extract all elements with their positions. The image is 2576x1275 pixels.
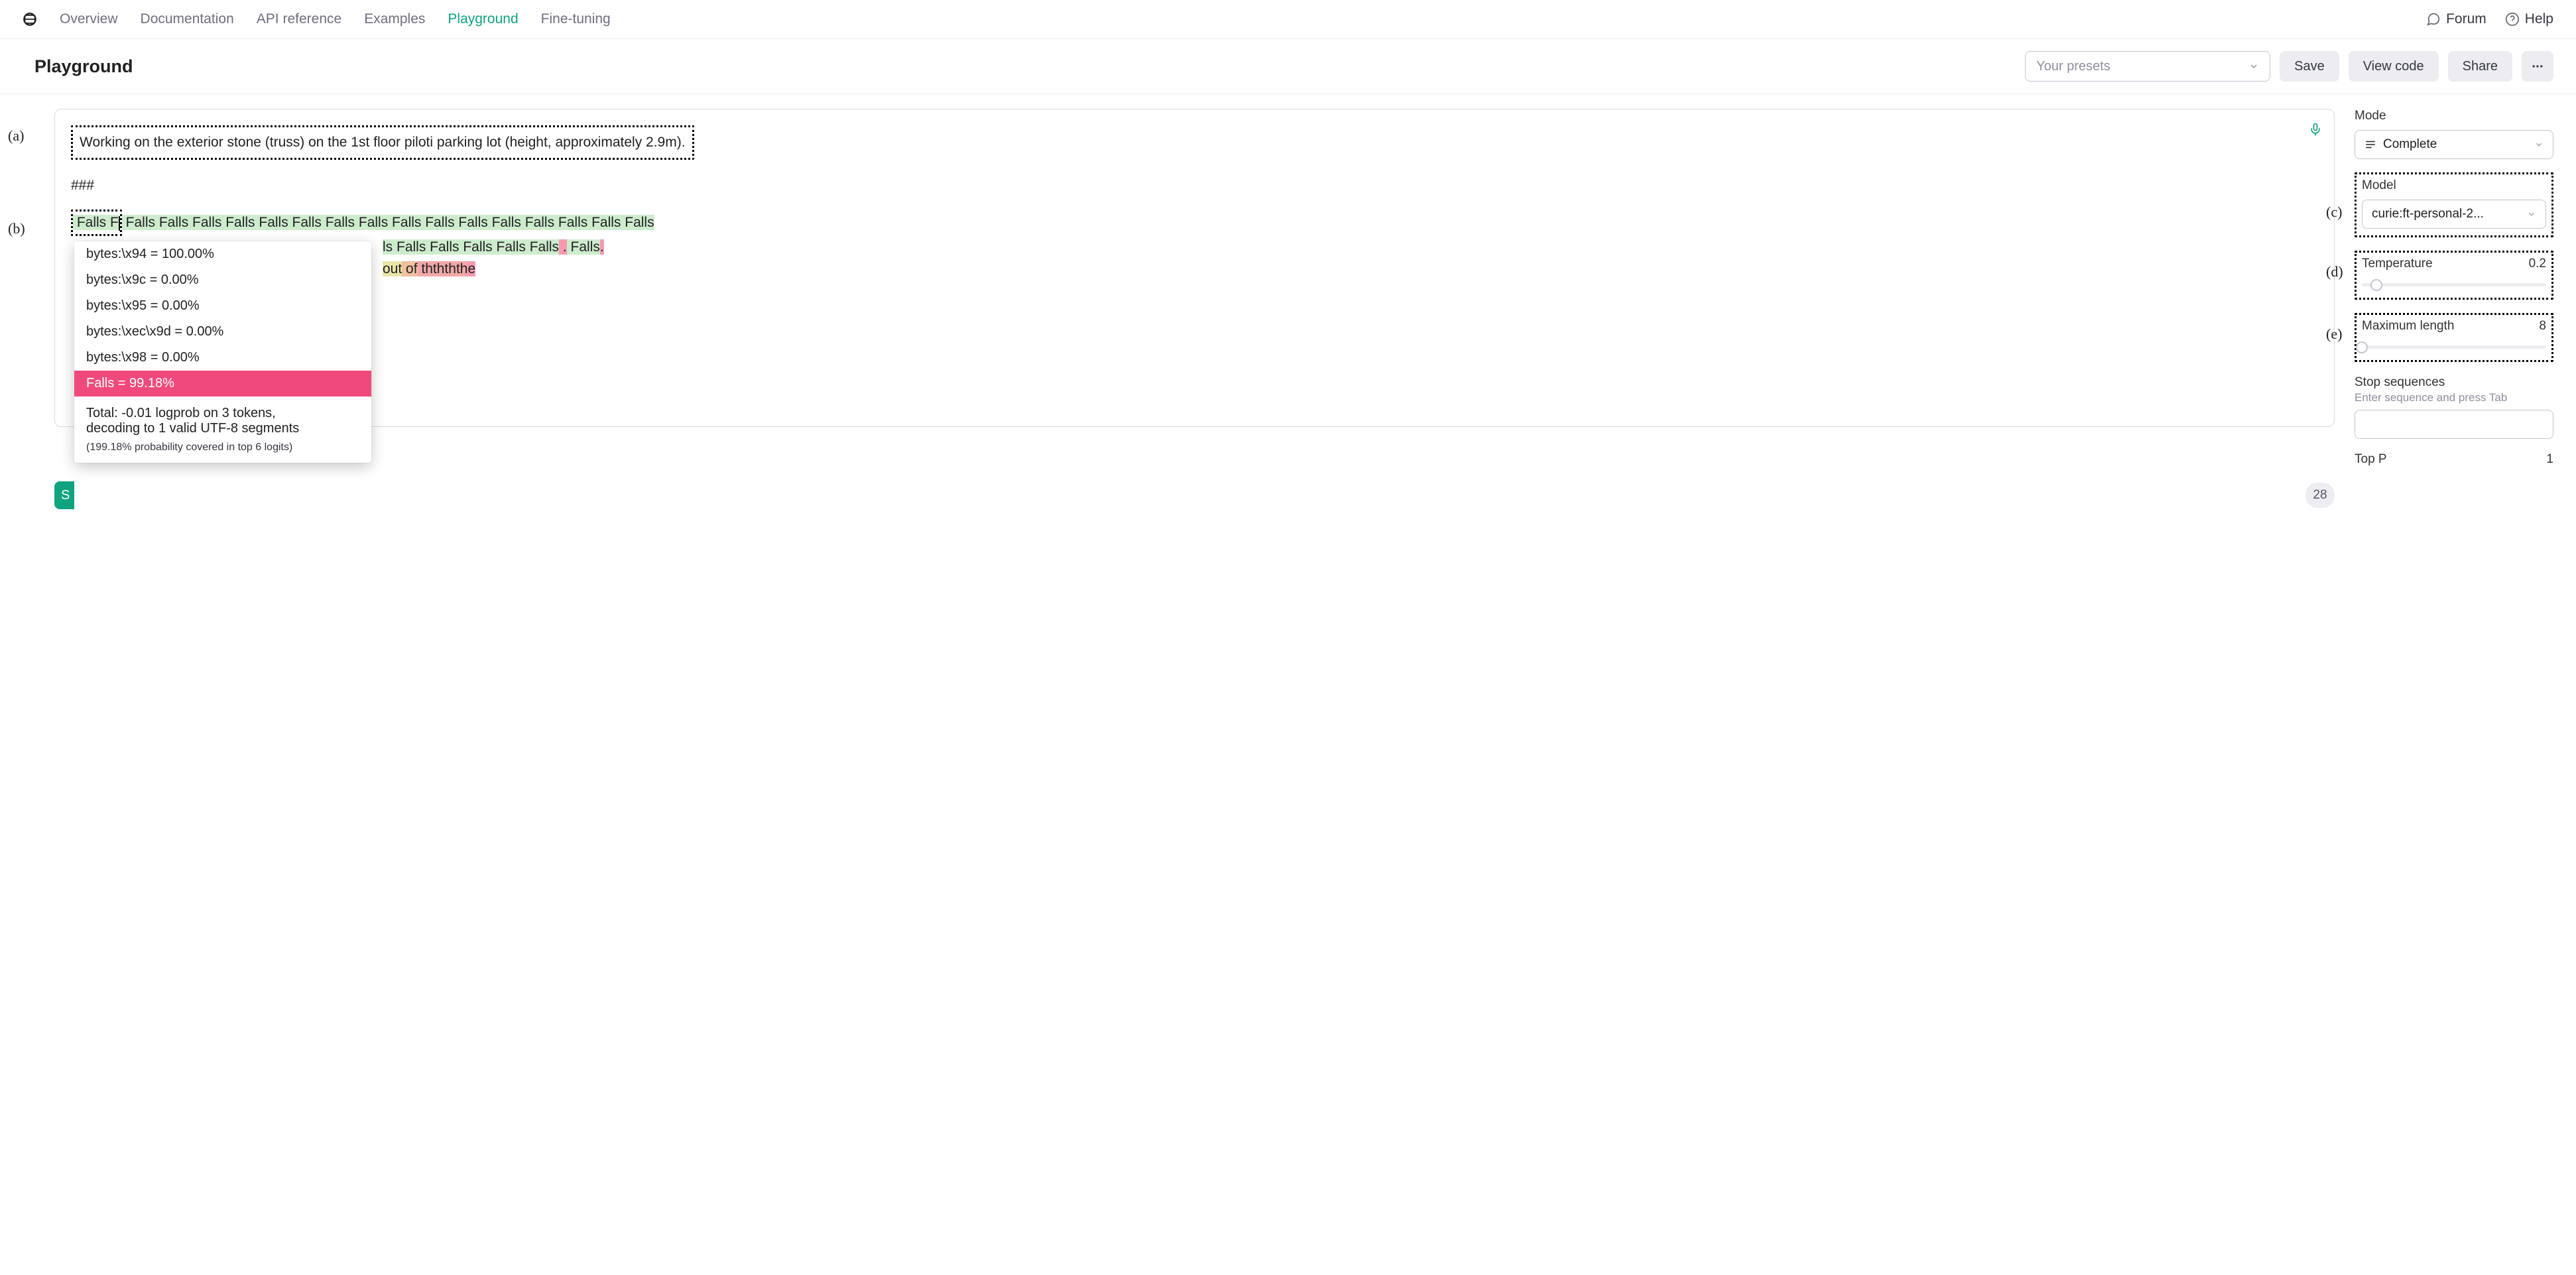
logprob-row-selected[interactable]: Falls = 99.18% <box>74 371 371 396</box>
max-length-group: (e) Maximum length 8 <box>2355 313 2553 362</box>
logprob-footnote: (199.18% probability covered in top 6 lo… <box>74 442 371 463</box>
stop-sequences-input[interactable] <box>2355 410 2553 439</box>
token-count-badge: 28 <box>2305 483 2335 508</box>
chevron-down-icon <box>2534 140 2544 149</box>
preset-select[interactable]: Your presets <box>2025 51 2270 82</box>
prompt-editor[interactable]: Working on the exterior stone (truss) on… <box>54 109 2335 427</box>
annotation-c: (c) <box>2326 204 2342 221</box>
max-length-value: 8 <box>2539 319 2546 334</box>
nav-examples[interactable]: Examples <box>364 11 425 27</box>
more-button[interactable] <box>2522 51 2553 82</box>
output-token: of <box>402 261 417 276</box>
logprob-row[interactable]: bytes:\x98 = 0.00% <box>74 345 371 371</box>
output-token: thththth <box>418 261 468 276</box>
logprob-summary: Total: -0.01 logprob on 3 tokens, decodi… <box>74 396 371 442</box>
output-token: ls Falls Falls Falls Falls Falls <box>383 239 559 255</box>
sub-header: Playground Your presets Save View code S… <box>0 39 2576 94</box>
logprob-row[interactable]: bytes:\x9c = 0.00% <box>74 267 371 293</box>
output-token: Falls <box>567 239 600 255</box>
temperature-value: 0.2 <box>2529 257 2546 271</box>
top-p-label: Top P <box>2355 452 2387 467</box>
logprob-row[interactable]: bytes:\xec\x9d = 0.00% <box>74 319 371 345</box>
output-token: . <box>559 239 567 255</box>
slider-thumb[interactable] <box>2370 279 2382 291</box>
list-icon <box>2364 139 2376 151</box>
slider-thumb[interactable] <box>2356 341 2368 353</box>
token-probability-popover: bytes:\x94 = 100.00% bytes:\x9c = 0.00% … <box>74 241 371 463</box>
help-label: Help <box>2525 11 2553 27</box>
completion-output: Falls F Falls Falls Falls Falls Falls Fa… <box>71 210 2297 280</box>
max-length-label: Maximum length <box>2362 319 2454 334</box>
stop-sequences-hint: Enter sequence and press Tab <box>2355 391 2553 404</box>
output-token: out <box>383 261 402 276</box>
mode-value: Complete <box>2383 137 2437 152</box>
model-value: curie:ft-personal-2... <box>2372 207 2484 221</box>
nav-api-reference[interactable]: API reference <box>257 11 341 27</box>
top-p-group: Top P 1 <box>2355 452 2553 467</box>
save-button[interactable]: Save <box>2280 51 2339 82</box>
openai-logo-icon <box>20 9 40 29</box>
nav-playground[interactable]: Playground <box>448 11 518 27</box>
microphone-icon <box>2309 121 2322 137</box>
mode-label: Mode <box>2355 109 2553 123</box>
chat-bubble-icon <box>2426 12 2441 27</box>
forum-label: Forum <box>2446 11 2486 27</box>
nav-documentation[interactable]: Documentation <box>141 11 234 27</box>
microphone-button[interactable] <box>2309 121 2322 139</box>
top-p-value: 1 <box>2546 452 2553 467</box>
temperature-label: Temperature <box>2362 257 2433 271</box>
prompt-separator: ### <box>71 174 2297 197</box>
nav-links: Overview Documentation API reference Exa… <box>60 11 2406 27</box>
max-length-slider[interactable] <box>2362 340 2546 353</box>
settings-panel: Mode Complete (c) Model curie:ft-persona… <box>2355 109 2553 473</box>
top-nav: Overview Documentation API reference Exa… <box>0 0 2576 39</box>
model-select[interactable]: curie:ft-personal-2... <box>2362 200 2546 229</box>
forum-link[interactable]: Forum <box>2426 11 2486 27</box>
ellipsis-icon <box>2531 60 2544 73</box>
output-token: Falls Falls Falls Falls Falls Falls Fall… <box>122 215 654 230</box>
logprob-row[interactable]: bytes:\x94 = 100.00% <box>74 241 371 267</box>
page-title: Playground <box>34 56 2016 77</box>
nav-overview[interactable]: Overview <box>60 11 118 27</box>
temperature-slider[interactable] <box>2362 278 2546 291</box>
preset-placeholder: Your presets <box>2036 59 2111 74</box>
annotation-d: (d) <box>2326 263 2343 280</box>
help-link[interactable]: Help <box>2505 11 2553 27</box>
chevron-down-icon <box>2527 210 2536 219</box>
model-label: Model <box>2362 178 2546 193</box>
nav-fine-tuning[interactable]: Fine-tuning <box>541 11 611 27</box>
stop-sequences-group: Stop sequences Enter sequence and press … <box>2355 375 2553 439</box>
annotation-e: (e) <box>2326 326 2342 343</box>
stop-sequences-label: Stop sequences <box>2355 375 2553 390</box>
logprob-row[interactable]: bytes:\x95 = 0.00% <box>74 293 371 319</box>
annotation-b: (b) <box>8 220 25 237</box>
output-token: e <box>467 261 475 276</box>
output-token: . <box>600 239 604 255</box>
mode-group: Mode Complete <box>2355 109 2553 159</box>
help-circle-icon <box>2505 12 2520 27</box>
model-group: (c) Model curie:ft-personal-2... <box>2355 172 2553 237</box>
temperature-group: (d) Temperature 0.2 <box>2355 251 2553 300</box>
share-button[interactable]: Share <box>2448 51 2512 82</box>
annotation-a: (a) <box>8 127 24 145</box>
mode-select[interactable]: Complete <box>2355 130 2553 159</box>
prompt-text: Working on the exterior stone (truss) on… <box>71 125 694 160</box>
output-token: Falls F <box>73 215 119 230</box>
submit-button[interactable]: S <box>54 481 74 509</box>
view-code-button[interactable]: View code <box>2349 51 2439 82</box>
chevron-down-icon <box>2248 61 2259 72</box>
